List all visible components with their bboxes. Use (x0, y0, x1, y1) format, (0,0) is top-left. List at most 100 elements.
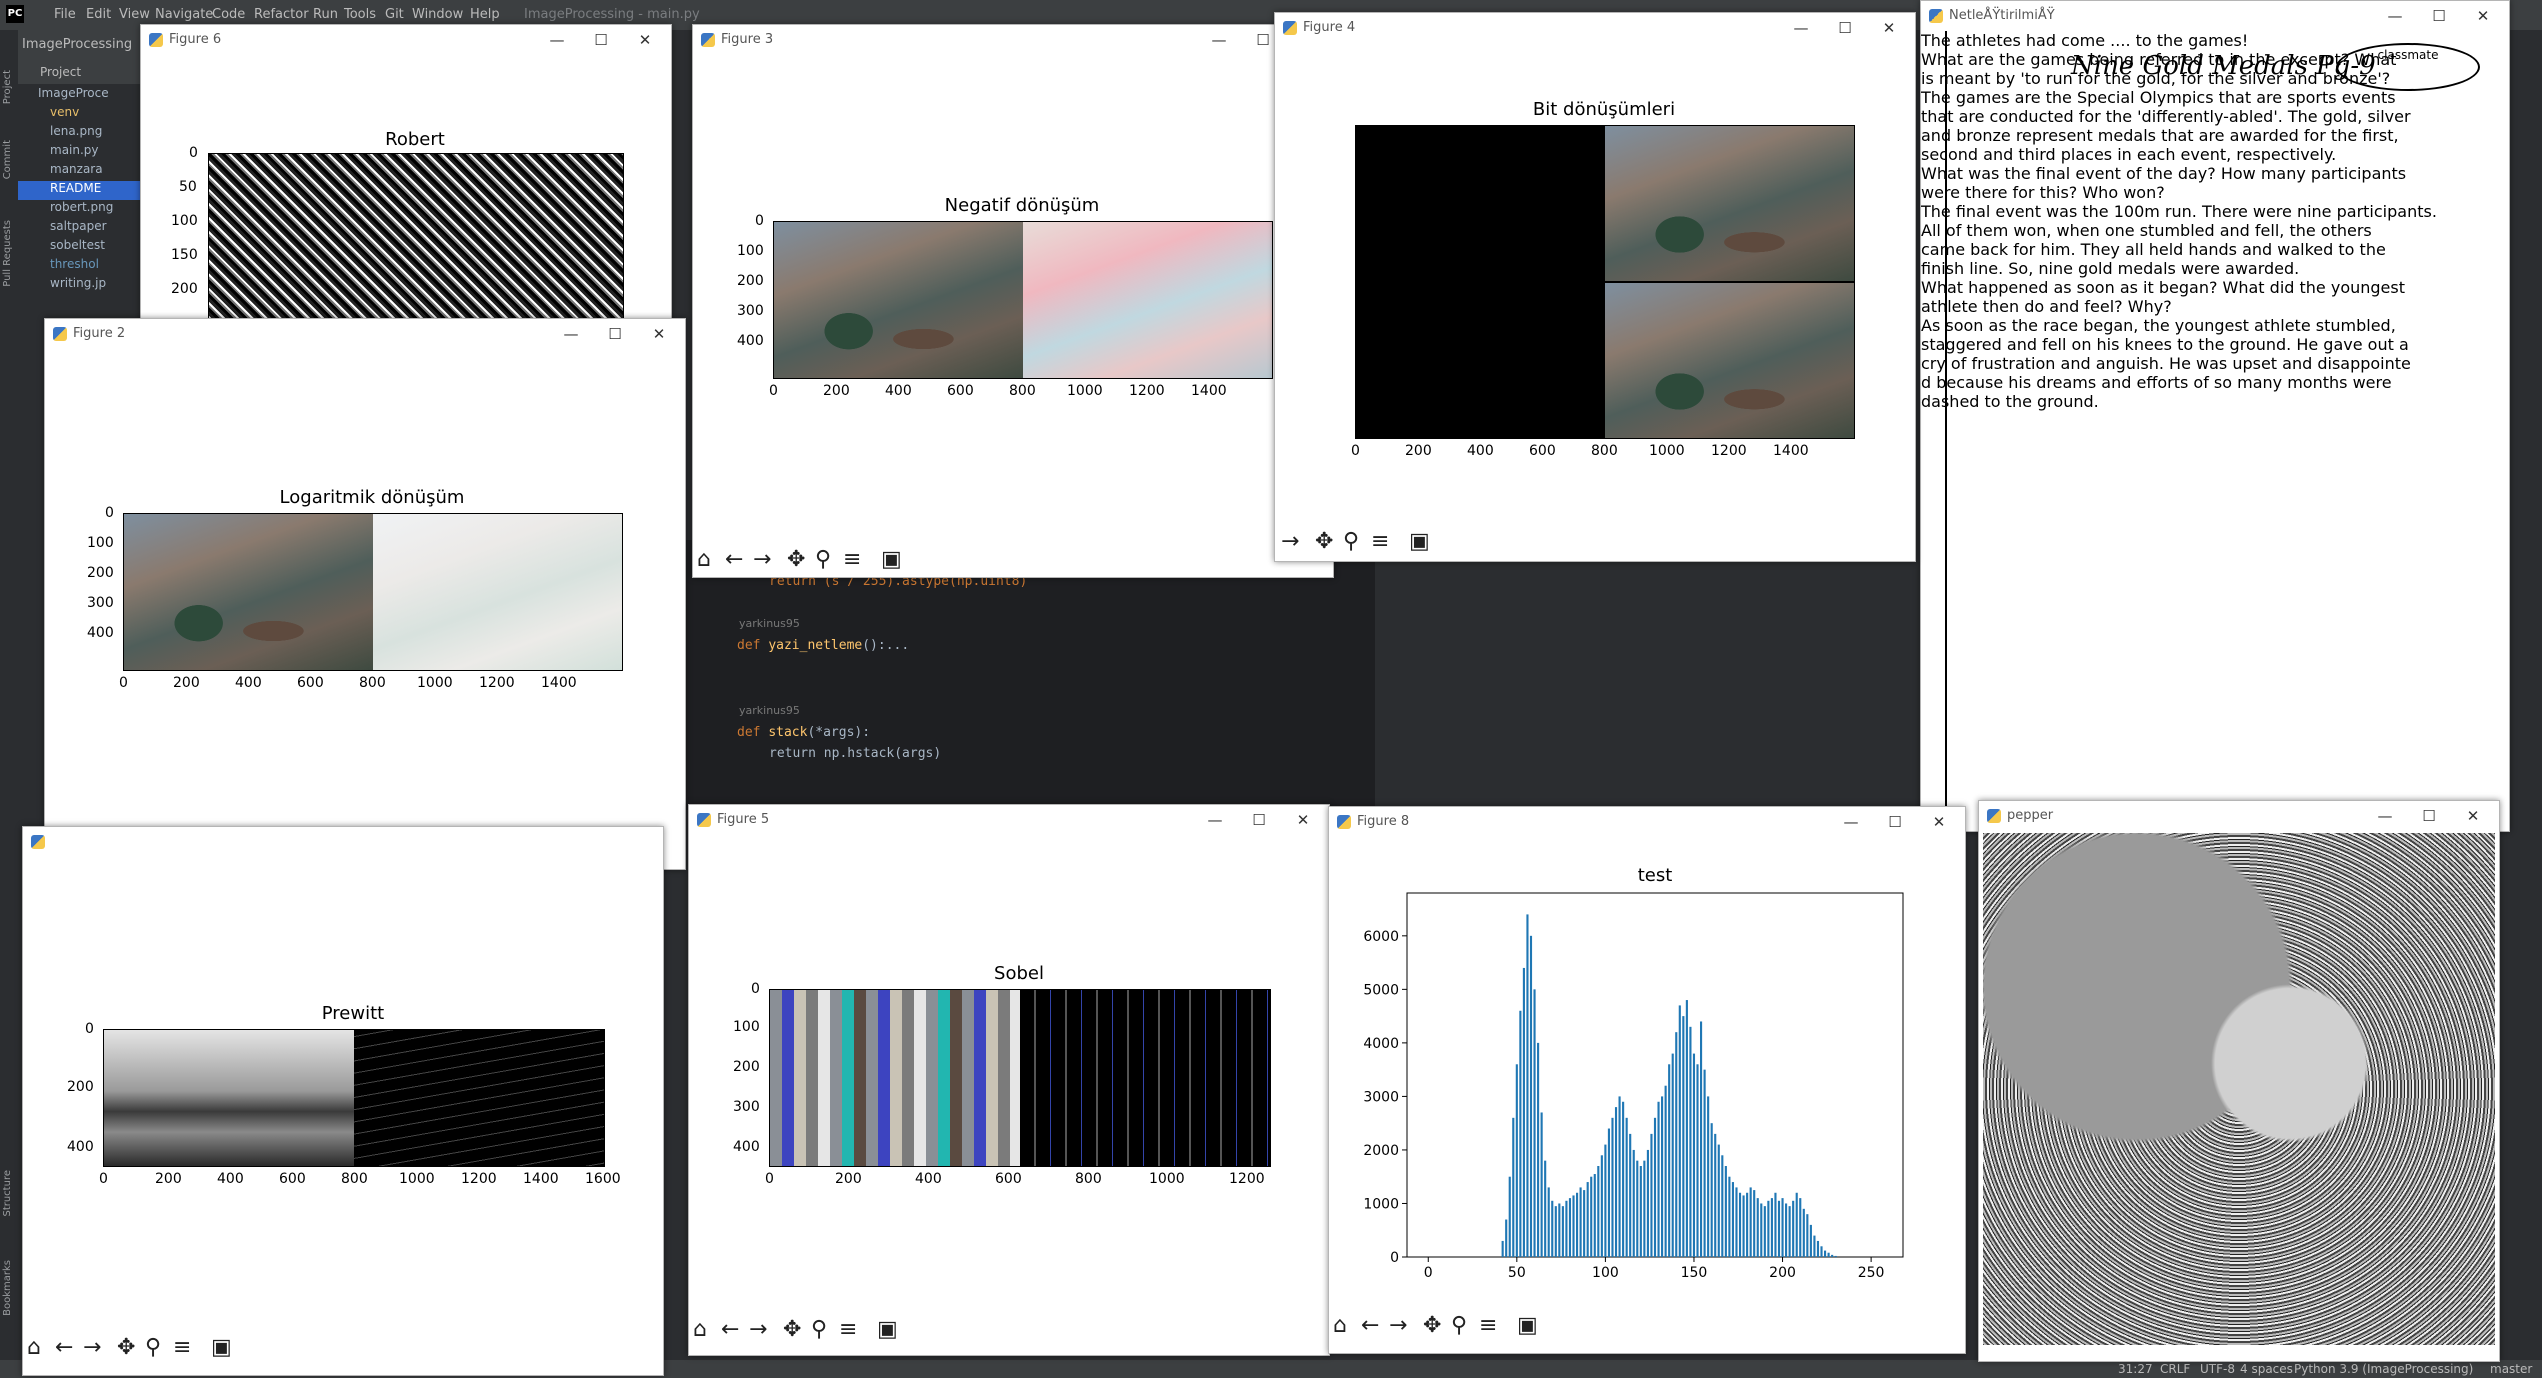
minimize-button[interactable]: — (1197, 28, 1241, 52)
close-button[interactable]: ✕ (623, 28, 667, 52)
menu-edit[interactable]: Edit (86, 7, 111, 22)
maximize-button[interactable]: ☐ (2407, 804, 2451, 828)
save-icon[interactable]: ▣ (881, 547, 902, 573)
save-icon[interactable]: ▣ (877, 1317, 898, 1343)
zoom-icon[interactable]: ⚲ (815, 547, 831, 573)
back-icon[interactable]: ← (721, 1317, 739, 1343)
zoom-icon[interactable]: ⚲ (1451, 1313, 1467, 1339)
tree-item[interactable]: venv (50, 105, 79, 124)
forward-icon[interactable]: → (749, 1317, 767, 1343)
tree-item[interactable]: lena.png (50, 124, 102, 143)
pan-icon[interactable]: ✥ (787, 547, 805, 573)
tree-item[interactable]: manzara (50, 162, 103, 181)
configure-icon[interactable]: ≡ (843, 547, 861, 573)
save-icon[interactable]: ▣ (1409, 529, 1430, 555)
close-button[interactable]: ✕ (2461, 4, 2505, 28)
status-line-endings[interactable]: CRLF (2160, 1362, 2190, 1376)
save-icon[interactable]: ▣ (1517, 1313, 1538, 1339)
tree-item[interactable]: writing.jp (50, 276, 106, 295)
minimize-button[interactable]: — (1193, 808, 1237, 832)
y-tick-label: 2000 (1363, 1143, 1399, 1159)
menu-help[interactable]: Help (470, 7, 500, 22)
status-encoding[interactable]: UTF-8 (2200, 1362, 2235, 1376)
menu-file[interactable]: File (54, 7, 76, 22)
home-icon[interactable]: ⌂ (27, 1335, 41, 1361)
status-interpreter[interactable]: Python 3.9 (ImageProcessing) (2294, 1362, 2473, 1376)
forward-icon[interactable]: → (83, 1335, 101, 1361)
menu-navigate[interactable]: Navigate (155, 7, 213, 22)
side-tab-project[interactable]: Project (2, 70, 13, 104)
project-panel-label[interactable]: Project (40, 65, 81, 79)
y-tick-label: 1000 (1363, 1196, 1399, 1212)
status-caret-position[interactable]: 31:27 (2118, 1362, 2153, 1376)
window-title-bar: Figure 4 — ☐ ✕ (1275, 13, 1915, 43)
save-icon[interactable]: ▣ (211, 1335, 232, 1361)
maximize-button[interactable]: ☐ (593, 322, 637, 346)
tree-item[interactable]: main.py (50, 143, 99, 162)
pan-icon[interactable]: ✥ (783, 1317, 801, 1343)
minimize-button[interactable]: — (549, 322, 593, 346)
forward-icon[interactable]: → (753, 547, 771, 573)
back-icon[interactable]: ← (55, 1335, 73, 1361)
configure-icon[interactable]: ≡ (839, 1317, 857, 1343)
tree-item[interactable]: saltpaper (50, 219, 107, 238)
minimize-button[interactable]: — (1779, 16, 1823, 40)
tree-root[interactable]: ImageProce (38, 86, 109, 105)
home-icon[interactable]: ⌂ (1333, 1313, 1347, 1339)
histogram-bar (1586, 1182, 1589, 1257)
tree-item[interactable]: threshol (50, 257, 99, 276)
histogram-bar (1604, 1144, 1607, 1257)
configure-icon[interactable]: ≡ (173, 1335, 191, 1361)
pan-icon[interactable]: ✥ (1315, 529, 1333, 555)
minimize-button[interactable]: — (535, 28, 579, 52)
side-tab-bookmarks[interactable]: Bookmarks (2, 1260, 13, 1316)
close-button[interactable]: ✕ (637, 322, 681, 346)
close-button[interactable]: ✕ (1281, 808, 1325, 832)
home-icon[interactable]: ⌂ (693, 1317, 707, 1343)
home-icon[interactable]: ⌂ (697, 547, 711, 573)
tree-item[interactable]: robert.png (50, 200, 113, 219)
x-tick: 1400 (1191, 383, 1227, 399)
status-indent[interactable]: 4 spaces (2240, 1362, 2293, 1376)
status-git-branch[interactable]: master (2490, 1362, 2532, 1376)
x-tick: 400 (915, 1171, 942, 1187)
minimize-button[interactable]: — (2363, 804, 2407, 828)
histogram-bar (1735, 1187, 1738, 1257)
close-button[interactable]: ✕ (2451, 804, 2495, 828)
maximize-button[interactable]: ☐ (579, 28, 623, 52)
zoom-icon[interactable]: ⚲ (1343, 529, 1359, 555)
project-name[interactable]: ImageProcessing (22, 37, 132, 52)
side-tab-pull-requests[interactable]: Pull Requests (2, 220, 13, 287)
side-tab-commit[interactable]: Commit (2, 140, 13, 179)
histogram-bar (1820, 1246, 1823, 1257)
back-icon[interactable]: ← (725, 547, 743, 573)
menu-git[interactable]: Git (385, 7, 404, 22)
code-author: yarkinus95 (739, 617, 800, 630)
configure-icon[interactable]: ≡ (1371, 529, 1389, 555)
forward-icon[interactable]: → (1389, 1313, 1407, 1339)
menu-code[interactable]: Code (212, 7, 245, 22)
tree-item[interactable]: sobeltest (50, 238, 105, 257)
close-button[interactable]: ✕ (1867, 16, 1911, 40)
forward-icon[interactable]: → (1281, 529, 1299, 555)
back-icon[interactable]: ← (1361, 1313, 1379, 1339)
configure-icon[interactable]: ≡ (1479, 1313, 1497, 1339)
zoom-icon[interactable]: ⚲ (145, 1335, 161, 1361)
pan-icon[interactable]: ✥ (1423, 1313, 1441, 1339)
menu-view[interactable]: View (119, 7, 150, 22)
maximize-button[interactable]: ☐ (1823, 16, 1867, 40)
zoom-icon[interactable]: ⚲ (811, 1317, 827, 1343)
menu-run[interactable]: Run (313, 7, 338, 22)
histogram-chart: 0 50 100 150 200 250 0 1000 2000 3000 4000 5000 6000 (1363, 892, 1904, 1281)
menu-window[interactable]: Window (412, 7, 463, 22)
menu-refactor[interactable]: Refactor (254, 7, 309, 22)
maximize-button[interactable]: ☐ (1237, 808, 1281, 832)
minimize-button[interactable]: — (2373, 4, 2417, 28)
y-tick-label: 6000 (1363, 929, 1399, 945)
ide-navigation-bar: ImageProcessing (18, 30, 148, 60)
pan-icon[interactable]: ✥ (117, 1335, 135, 1361)
menu-tools[interactable]: Tools (344, 7, 376, 22)
maximize-button[interactable]: ☐ (2417, 4, 2461, 28)
side-tab-structure[interactable]: Structure (2, 1170, 13, 1217)
code-editor[interactable]: return (s / 255).astype(np.uint8) yarkin… (675, 540, 1375, 810)
